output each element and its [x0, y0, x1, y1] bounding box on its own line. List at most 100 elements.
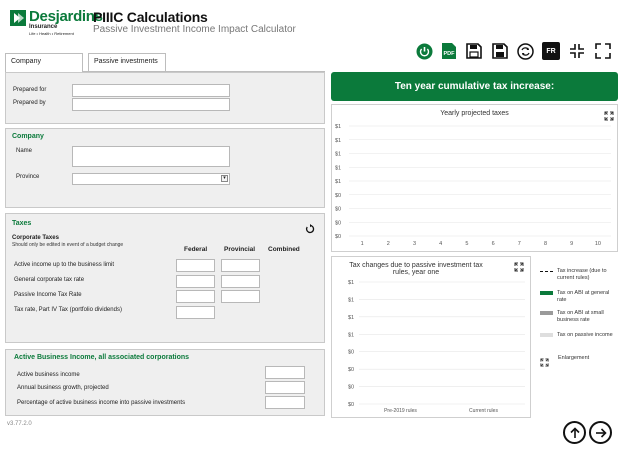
y-tick-label: $1 [348, 280, 354, 286]
legend-item: Tax increase (due to current rules) [540, 268, 620, 290]
y-tick-label: $1 [335, 179, 341, 185]
prepared-for-field[interactable] [72, 84, 230, 97]
refresh-icon[interactable] [516, 42, 534, 60]
y-tick-label: $1 [335, 165, 341, 171]
y-tick-label: $0 [348, 402, 354, 408]
expand-icon [540, 354, 549, 367]
y-tick-label: $1 [335, 152, 341, 158]
power-icon[interactable] [415, 42, 433, 60]
provincial-field[interactable] [221, 290, 260, 303]
corporate-taxes-label: Corporate Taxes [12, 235, 59, 241]
collapse-icon[interactable] [568, 42, 586, 60]
tab-company[interactable]: Company [5, 53, 83, 72]
y-tick-label: $0 [348, 385, 354, 391]
x-tick-label: 4 [439, 241, 442, 247]
tax-changes-plot: $1 $1 $1 $1 $0 $0 $0 $0 Pre-2019 rules Current ru… [348, 280, 525, 414]
x-tick-label: 3 [413, 241, 416, 247]
legend-item: Tax on ABI at small business rate [540, 310, 620, 332]
corporate-taxes-note: Should only be edited in event of a budg… [12, 242, 124, 248]
pdf-icon[interactable]: PDF [440, 42, 458, 60]
provincial-field[interactable] [221, 259, 260, 272]
legend-label: Tax on passive income [557, 332, 613, 338]
active-business-income-field[interactable] [265, 366, 305, 379]
legend-swatch [540, 291, 553, 295]
save-as-icon[interactable] [491, 42, 509, 60]
passive-percentage-field[interactable] [265, 396, 305, 409]
company-section-title: Company [12, 133, 44, 140]
y-tick-label: $1 [348, 332, 354, 338]
legend-swatch [540, 311, 553, 315]
legend-item: Enlargement [540, 352, 620, 367]
abi-row-label: Active business income [17, 372, 80, 378]
legend-swatch [540, 333, 553, 337]
tax-row-label: Active income up to the business limit [14, 262, 115, 268]
desjardins-logo-icon [9, 9, 27, 27]
y-tick-label: $1 [335, 124, 341, 130]
x-tick-label: 10 [595, 241, 601, 247]
x-tick-label: 5 [465, 241, 468, 247]
federal-field[interactable] [176, 290, 215, 303]
y-tick-label: $0 [335, 234, 341, 240]
page-subtitle: Passive Investment Income Impact Calcula… [93, 24, 296, 35]
prepared-by-field[interactable] [72, 98, 230, 111]
col-federal: Federal [184, 246, 208, 253]
prepared-by-label: Prepared by [13, 100, 46, 106]
x-tick-label: 2 [387, 241, 390, 247]
abi-row-label: Annual business growth, projected [17, 385, 109, 391]
brand-tagline: Life • Health • Retirement [29, 31, 74, 36]
tax-row-label: Passive Income Tax Rate [14, 292, 82, 298]
y-tick-label: $0 [348, 350, 354, 356]
business-growth-field[interactable] [265, 381, 305, 394]
x-tick-label: Current rules [469, 408, 498, 414]
arrow-up-icon[interactable] [563, 421, 586, 444]
y-tick-label: $1 [335, 138, 341, 144]
col-combined: Combined [268, 246, 300, 253]
x-tick-label: Pre-2019 rules [384, 408, 417, 414]
legend-label: Tax on ABI at general rate [557, 290, 610, 303]
col-provincial: Provincial [224, 246, 256, 253]
language-label: FR [546, 47, 556, 55]
language-button[interactable]: FR [542, 42, 560, 60]
chevron-down-icon[interactable]: ▾ [221, 175, 228, 182]
reset-icon[interactable] [305, 221, 315, 234]
abi-row-label: Percentage of active business income int… [17, 400, 186, 406]
brand-name: Desjardins [29, 8, 103, 25]
province-select[interactable]: ▾ [72, 173, 230, 185]
company-name-label: Name [16, 148, 33, 154]
province-label: Province [16, 174, 40, 180]
prepared-for-label: Prepared for [13, 87, 47, 93]
y-tick-label: $0 [348, 367, 354, 373]
cumulative-tax-bar: Ten year cumulative tax increase: [331, 72, 618, 101]
y-tick-label: $1 [348, 315, 354, 321]
provincial-field[interactable] [221, 275, 260, 288]
version-label: v3.77.2.0 [7, 421, 32, 427]
tax-row-label: Tax rate, Part IV Tax (portfolio dividen… [14, 307, 122, 313]
legend-item: Tax on passive income [540, 332, 620, 352]
x-tick-label: 6 [492, 241, 495, 247]
yearly-taxes-plot: $1 $1 $1 $1 $1 $0 $0 $0 $0 1 2 3 4 5 6 7 8 9 10 [335, 124, 611, 247]
legend-label: Enlargement [558, 354, 590, 361]
tax-row-label: General corporate tax rate [14, 277, 85, 283]
legend-item: Tax on ABI at general rate [540, 290, 620, 310]
legend-label: Tax on ABI at small business rate [557, 310, 604, 323]
federal-field[interactable] [176, 275, 215, 288]
taxes-section-title: Taxes [12, 220, 32, 227]
brand-sub: Insurance [29, 24, 58, 30]
save-icon[interactable] [465, 42, 483, 60]
arrow-right-icon[interactable] [589, 421, 612, 444]
legend-swatch [540, 271, 553, 272]
federal-field[interactable] [176, 306, 215, 319]
legend-label: Tax increase (due to current rules) [557, 268, 607, 281]
x-tick-label: 7 [518, 241, 521, 247]
fullscreen-icon[interactable] [594, 42, 612, 60]
x-tick-label: 8 [544, 241, 547, 247]
company-name-field[interactable] [72, 146, 230, 167]
tab-passive-investments[interactable]: Passive investments [88, 53, 166, 71]
province-value [73, 183, 75, 189]
chart-legend: Tax increase (due to current rules) Tax … [540, 268, 620, 367]
page-title: PIIIC Calculations [93, 9, 208, 25]
federal-field[interactable] [176, 259, 215, 272]
y-tick-label: $0 [335, 207, 341, 213]
y-tick-label: $1 [348, 297, 354, 303]
x-tick-label: 1 [361, 241, 364, 247]
